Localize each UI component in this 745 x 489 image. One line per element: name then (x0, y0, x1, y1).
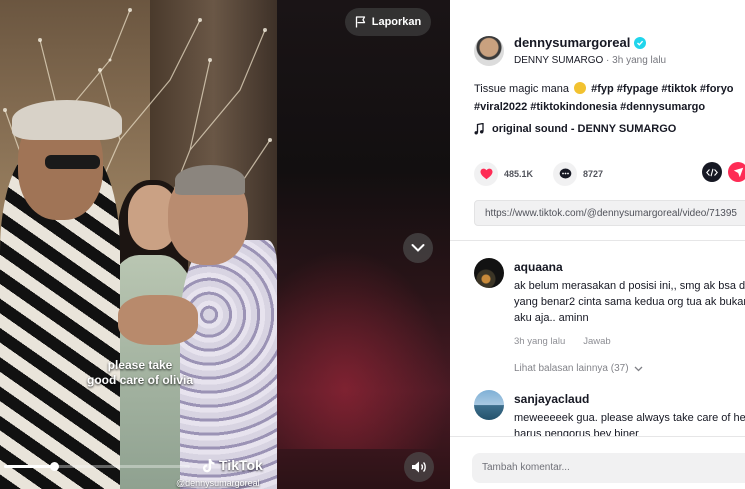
video-progress-bar[interactable] (4, 462, 190, 471)
video-progress-fill (4, 465, 55, 468)
video-person-left-cap (12, 100, 122, 140)
comment-input-placeholder: Tambah komentar... (482, 462, 570, 473)
share-button[interactable] (728, 162, 745, 182)
video-person-right-hair (175, 165, 245, 195)
video-hands (118, 295, 198, 345)
comment-count: 8727 (583, 169, 604, 179)
volume-button[interactable] (404, 452, 434, 482)
comment-username[interactable]: sanjayaclaud (514, 392, 589, 406)
info-panel: dennysumargoreal DENNY SUMARGO · 3h yang… (450, 0, 745, 489)
post-hashtags-line1[interactable]: #fyp #fypage #tiktok #foryo (591, 83, 733, 95)
author-subline: DENNY SUMARGO · 3h yang lalu (514, 55, 666, 66)
share-actions (702, 162, 745, 182)
tiktok-watermark: TikTok (202, 457, 263, 473)
comment-time: 3h yang lalu (514, 336, 566, 347)
next-video-button[interactable] (403, 233, 433, 263)
comment-avatar[interactable] (474, 258, 504, 288)
post-sound-label[interactable]: original sound - DENNY SUMARGO (492, 123, 676, 135)
comment-text: ak belum merasakan d posisi ini,, smg ak… (514, 280, 745, 324)
comment-meta: 3h yang lalu Jawab (514, 336, 611, 347)
comment-username[interactable]: aquaana (514, 260, 563, 274)
music-note-icon (474, 123, 484, 135)
comment-avatar[interactable] (474, 390, 504, 420)
comment-reply-button[interactable]: Jawab (583, 336, 610, 347)
like-count: 485.1K (504, 169, 534, 179)
video-link-text[interactable]: https://www.tiktok.com/@dennysumargoreal… (485, 208, 737, 219)
video-player[interactable]: please take good care of olivia TikTok @… (0, 0, 450, 489)
embed-button[interactable] (702, 162, 722, 182)
tiktok-logo-icon (203, 458, 215, 472)
comment-icon (559, 168, 571, 179)
chevron-down-icon (634, 366, 642, 371)
author-username[interactable]: dennysumargoreal (514, 35, 647, 50)
comment-button[interactable] (553, 162, 578, 186)
video-person-left-glasses (45, 155, 100, 169)
post-caption-text: Tissue magic mana (474, 83, 569, 95)
video-caption-line2: good care of olivia (86, 373, 194, 387)
chevron-down-icon (411, 244, 425, 252)
view-more-replies[interactable]: Lihat balasan lainnya (37) (514, 363, 643, 374)
post-hashtags-line2[interactable]: #viral2022 #tiktokindonesia #dennysumarg… (474, 101, 705, 113)
video-caption-line1: please take (107, 358, 173, 372)
post-caption: Tissue magic mana #fyp #fypage #tiktok #… (474, 80, 745, 116)
tiktok-watermark-user: @dennysumargoreal (176, 478, 260, 488)
author-subline-separator: · (603, 55, 613, 66)
author-avatar[interactable] (474, 36, 504, 66)
like-button[interactable] (474, 162, 498, 186)
author-username-text[interactable]: dennysumargoreal (514, 35, 630, 50)
verified-icon (634, 36, 647, 49)
post-actions: 485.1K 8727 (474, 162, 603, 186)
video-caption-overlay: please take good care of olivia (40, 358, 240, 388)
share-icon (733, 167, 743, 177)
heart-icon (480, 168, 492, 180)
flag-icon (355, 16, 365, 28)
post-sound[interactable]: original sound - DENNY SUMARGO (474, 123, 676, 135)
volume-icon (412, 461, 426, 473)
embed-icon (706, 168, 718, 176)
post-time: 3h yang lalu (612, 55, 667, 66)
panel-divider (450, 240, 745, 241)
tiktok-watermark-brand: TikTok (219, 457, 263, 473)
report-button[interactable]: Laporkan (345, 8, 431, 36)
comment-input[interactable]: Tambah komentar... (472, 453, 745, 483)
comment-text: meweeeeek gua. please always take care o… (514, 412, 745, 424)
crying-emoji-icon (574, 82, 587, 94)
report-button-label: Laporkan (371, 16, 422, 28)
video-link-box[interactable]: https://www.tiktok.com/@dennysumargoreal… (474, 200, 745, 226)
comment-composer: Tambah komentar... (450, 436, 745, 489)
video-frame[interactable]: please take good care of olivia (0, 0, 277, 489)
view-more-replies-label[interactable]: Lihat balasan lainnya (37) (514, 363, 629, 374)
author-display-name: DENNY SUMARGO (514, 55, 604, 66)
